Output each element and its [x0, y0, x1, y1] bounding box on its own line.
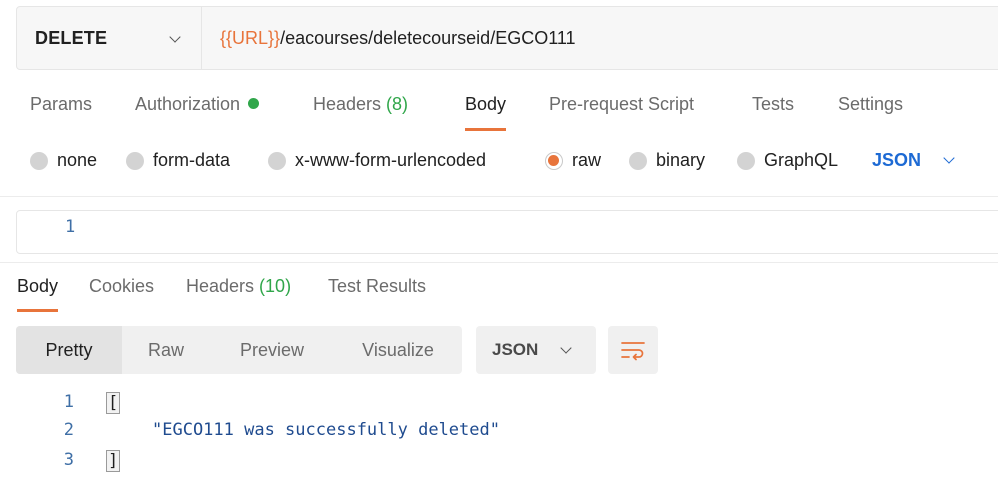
radio-circle	[126, 151, 144, 170]
url-path: /eacourses/deletecourseid/EGCO111	[280, 27, 576, 48]
button-label: Raw	[147, 339, 184, 360]
request-body-editor[interactable]: 1	[16, 210, 998, 254]
button-label: Preview	[239, 339, 305, 360]
view-preview-button[interactable]: Preview	[210, 326, 334, 374]
response-tab-cookies[interactable]: Cookies	[89, 276, 154, 297]
tab-label: Params	[30, 94, 93, 114]
response-format-select[interactable]: JSON	[476, 326, 596, 374]
button-label: Pretty	[45, 339, 93, 360]
tab-headers[interactable]: Headers (8)	[313, 94, 408, 115]
radio-binary[interactable]: binary	[629, 150, 705, 171]
chevron-down-icon	[943, 151, 955, 164]
tab-label: Headers	[313, 94, 387, 114]
view-visualize-button[interactable]: Visualize	[334, 326, 462, 374]
body-format-select[interactable]: JSON	[872, 150, 955, 171]
response-string: "EGCO111 was successfully deleted"	[152, 420, 500, 440]
headers-count: (8)	[386, 94, 409, 114]
response-tab-headers[interactable]: Headers (10)	[186, 276, 291, 297]
tab-label: Headers	[186, 276, 260, 296]
radio-label: x-www-form-urlencoded	[295, 150, 487, 170]
tab-label: Cookies	[89, 276, 155, 296]
view-mode-toggle: Pretty Raw Preview Visualize	[16, 326, 462, 374]
url-variable: {{URL}}	[220, 27, 281, 48]
radio-label: raw	[572, 150, 602, 170]
button-label: Visualize	[362, 339, 434, 360]
radio-circle	[737, 151, 755, 170]
method-select[interactable]: DELETE	[17, 7, 202, 69]
response-tab-body[interactable]: Body	[17, 276, 59, 312]
view-raw-button[interactable]: Raw	[122, 326, 210, 374]
tab-settings[interactable]: Settings	[838, 94, 903, 115]
code-line: 2 "EGCO111 was successfully deleted"	[0, 420, 998, 448]
radio-label: form-data	[153, 150, 231, 170]
tab-label: Pre-request Script	[549, 94, 695, 114]
radio-graphql[interactable]: GraphQL	[737, 150, 838, 171]
radio-circle	[30, 151, 48, 170]
response-tab-test-results[interactable]: Test Results	[328, 276, 426, 297]
radio-circle	[268, 151, 286, 170]
radio-none[interactable]: none	[30, 150, 97, 171]
tab-label: Tests	[752, 94, 795, 114]
response-format-label: JSON	[492, 340, 539, 359]
radio-label: binary	[656, 150, 706, 170]
wrap-lines-icon	[621, 342, 645, 361]
green-dot-icon	[248, 98, 260, 109]
radio-form-data[interactable]: form-data	[126, 150, 230, 171]
tab-label: Authorization	[135, 94, 241, 114]
code-line: 3 ]	[0, 450, 998, 478]
tab-body[interactable]: Body	[465, 94, 507, 131]
tab-label: Settings	[838, 94, 904, 114]
tab-label: Body	[465, 94, 507, 114]
tab-params[interactable]: Params	[30, 94, 92, 115]
line-number: 1	[63, 392, 74, 412]
wrap-lines-button[interactable]	[608, 326, 658, 374]
radio-raw[interactable]: raw	[545, 150, 601, 171]
open-bracket: [	[106, 392, 121, 414]
divider	[0, 262, 998, 263]
tab-label: Body	[17, 276, 59, 296]
body-format-label: JSON	[872, 150, 922, 170]
line-number: 1	[65, 217, 76, 237]
divider	[0, 196, 998, 197]
radio-circle-checked	[545, 151, 563, 170]
chevron-down-icon	[560, 342, 572, 354]
tab-tests[interactable]: Tests	[752, 94, 794, 115]
radio-label: none	[57, 150, 98, 170]
code-line: 1 [	[0, 392, 998, 420]
close-bracket: ]	[106, 450, 121, 472]
radio-circle	[629, 151, 647, 170]
line-number: 2	[63, 420, 74, 440]
url-input[interactable]: {{URL}}/eacourses/deletecourseid/EGCO111	[202, 7, 998, 69]
request-bar: DELETE {{URL}}/eacourses/deletecourseid/…	[16, 6, 998, 70]
line-number: 3	[63, 450, 74, 470]
tab-authorization[interactable]: Authorization	[135, 94, 260, 115]
headers-count: (10)	[259, 276, 292, 296]
method-label: DELETE	[35, 27, 108, 48]
tab-pre-request-script[interactable]: Pre-request Script	[549, 94, 694, 115]
radio-x-www-form-urlencoded[interactable]: x-www-form-urlencoded	[268, 150, 486, 171]
radio-label: GraphQL	[764, 150, 839, 170]
tab-label: Test Results	[328, 276, 427, 296]
chevron-down-icon	[169, 31, 181, 43]
view-pretty-button[interactable]: Pretty	[16, 326, 122, 374]
